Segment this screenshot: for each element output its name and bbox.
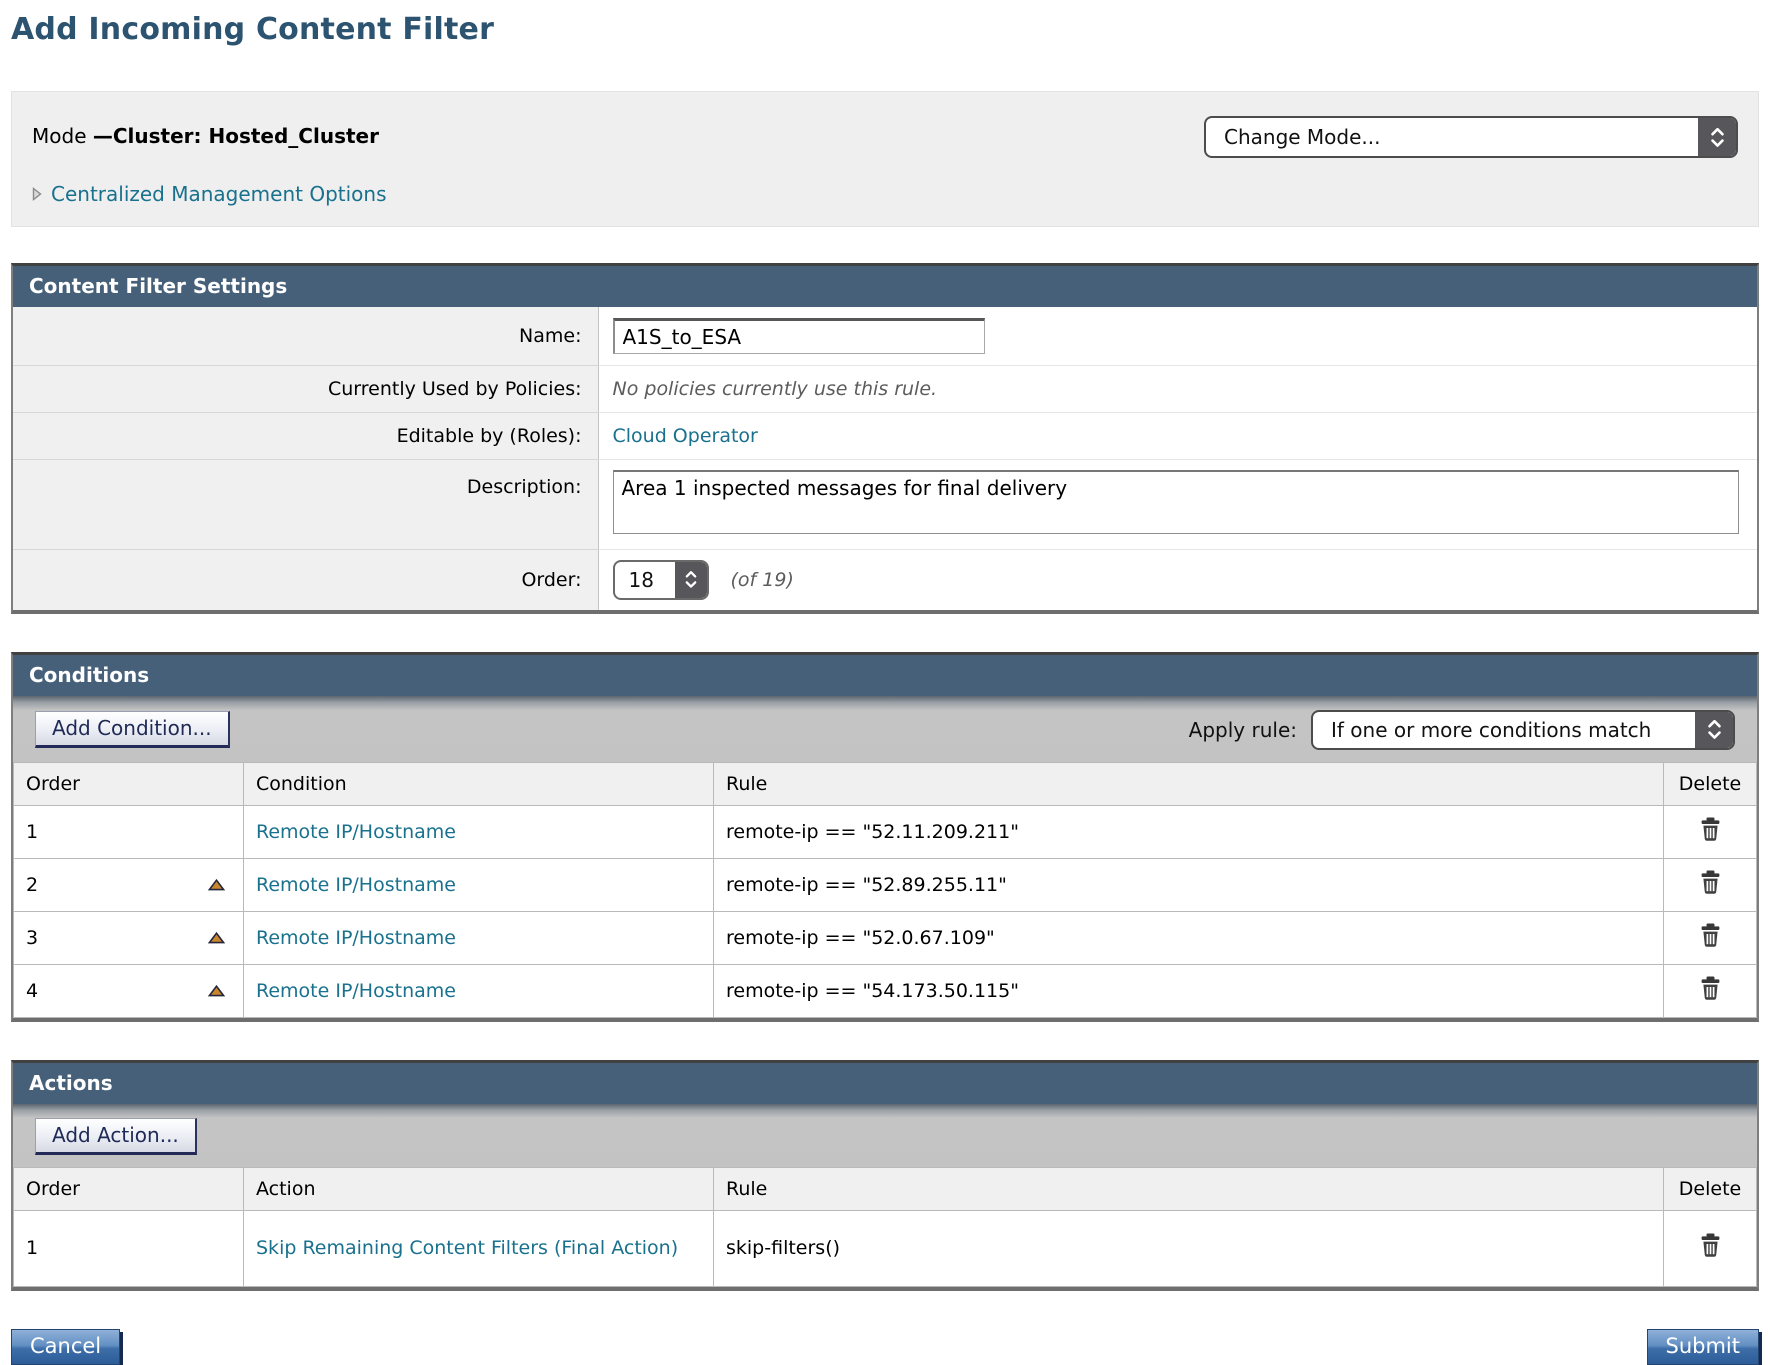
- conditions-table: Order Condition Rule Delete 1 Remote IP/…: [13, 762, 1757, 1018]
- name-label: Name:: [13, 307, 598, 365]
- action-link[interactable]: Skip Remaining Content Filters (Final Ac…: [256, 1237, 678, 1259]
- mode-label: Mode: [32, 124, 93, 148]
- condition-rule: remote-ip == "52.11.209.211": [726, 821, 1019, 843]
- policies-row: Currently Used by Policies: No policies …: [13, 365, 1757, 412]
- condition-row: 2 Remote IP/Hostname remote-ip == "52.89…: [14, 858, 1757, 911]
- actions-header: Actions: [13, 1063, 1757, 1104]
- actions-toolbar: Add Action...: [13, 1104, 1757, 1167]
- description-row: Description: Area 1 inspected messages f…: [13, 459, 1757, 549]
- content-filter-settings-section: Content Filter Settings Name: Currently …: [11, 263, 1759, 614]
- name-row: Name:: [13, 307, 1757, 365]
- condition-link[interactable]: Remote IP/Hostname: [256, 874, 456, 896]
- col-rule: Rule: [714, 1167, 1664, 1210]
- delete-condition-button[interactable]: [1699, 817, 1722, 842]
- col-delete: Delete: [1664, 762, 1757, 805]
- actions-table: Order Action Rule Delete 1 Skip Remainin…: [13, 1167, 1757, 1287]
- apply-rule-select-value: If one or more conditions match: [1313, 712, 1695, 748]
- mode-text: Mode —Cluster: Hosted_Cluster: [32, 116, 379, 148]
- conditions-table-header-row: Order Condition Rule Delete: [14, 762, 1757, 805]
- description-label: Description:: [13, 459, 598, 549]
- mode-bar: Mode —Cluster: Hosted_Cluster Change Mod…: [11, 91, 1759, 227]
- conditions-toolbar: Add Condition... Apply rule: If one or m…: [13, 696, 1757, 762]
- page-title: Add Incoming Content Filter: [11, 12, 1759, 47]
- policies-value: No policies currently use this rule.: [613, 378, 938, 400]
- apply-rule-label: Apply rule:: [1189, 718, 1297, 742]
- add-condition-button[interactable]: Add Condition...: [35, 711, 230, 748]
- order-select[interactable]: 18: [613, 560, 709, 600]
- trash-icon: [1699, 817, 1722, 842]
- action-order: 1: [26, 1237, 38, 1259]
- centralized-management-options-label: Centralized Management Options: [51, 182, 387, 206]
- conditions-header: Conditions: [13, 655, 1757, 696]
- col-delete: Delete: [1664, 1167, 1757, 1210]
- conditions-section: Conditions Add Condition... Apply rule: …: [11, 652, 1759, 1022]
- chevron-up-down-icon: [675, 562, 707, 598]
- add-action-button[interactable]: Add Action...: [35, 1118, 197, 1155]
- submit-button[interactable]: Submit: [1647, 1329, 1760, 1365]
- content-filter-settings-table: Name: Currently Used by Policies: No pol…: [13, 307, 1757, 610]
- condition-rule: remote-ip == "52.0.67.109": [726, 927, 995, 949]
- col-action: Action: [244, 1167, 714, 1210]
- roles-link[interactable]: Cloud Operator: [613, 425, 758, 447]
- name-input[interactable]: [613, 318, 985, 354]
- condition-order: 2: [26, 874, 38, 896]
- move-up-icon[interactable]: [208, 932, 225, 944]
- centralized-management-options-link[interactable]: Centralized Management Options: [32, 182, 387, 206]
- chevron-up-down-icon: [1695, 712, 1733, 748]
- footer: Cancel Submit: [11, 1329, 1759, 1365]
- condition-link[interactable]: Remote IP/Hostname: [256, 821, 456, 843]
- disclosure-right-triangle-icon: [32, 187, 42, 201]
- roles-label: Editable by (Roles):: [13, 412, 598, 459]
- col-condition: Condition: [244, 762, 714, 805]
- condition-order: 1: [26, 821, 38, 843]
- delete-condition-button[interactable]: [1699, 923, 1722, 948]
- condition-rule: remote-ip == "52.89.255.11": [726, 874, 1007, 896]
- change-mode-select-value: Change Mode...: [1206, 118, 1698, 156]
- move-up-icon[interactable]: [208, 985, 225, 997]
- content-filter-settings-header: Content Filter Settings: [13, 266, 1757, 307]
- condition-order: 4: [26, 980, 38, 1002]
- trash-icon: [1699, 1233, 1722, 1258]
- order-total: (of 19): [731, 569, 794, 591]
- cancel-button[interactable]: Cancel: [11, 1329, 120, 1365]
- order-label: Order:: [13, 549, 598, 610]
- delete-condition-button[interactable]: [1699, 870, 1722, 895]
- actions-section: Actions Add Action... Order Action Rule …: [11, 1060, 1759, 1291]
- condition-link[interactable]: Remote IP/Hostname: [256, 980, 456, 1002]
- roles-row: Editable by (Roles): Cloud Operator: [13, 412, 1757, 459]
- chevron-up-down-icon: [1698, 118, 1736, 156]
- order-row: Order: 18 (of 19): [13, 549, 1757, 610]
- delete-condition-button[interactable]: [1699, 976, 1722, 1001]
- col-order: Order: [14, 762, 244, 805]
- col-order: Order: [14, 1167, 244, 1210]
- action-rule: skip-filters(): [726, 1237, 840, 1259]
- condition-row: 1 Remote IP/Hostname remote-ip == "52.11…: [14, 805, 1757, 858]
- condition-order: 3: [26, 927, 38, 949]
- col-rule: Rule: [714, 762, 1664, 805]
- actions-table-header-row: Order Action Rule Delete: [14, 1167, 1757, 1210]
- description-input[interactable]: Area 1 inspected messages for final deli…: [613, 470, 1739, 534]
- change-mode-select[interactable]: Change Mode...: [1204, 116, 1738, 158]
- condition-row: 3 Remote IP/Hostname remote-ip == "52.0.…: [14, 911, 1757, 964]
- order-select-value: 18: [615, 562, 675, 598]
- trash-icon: [1699, 923, 1722, 948]
- delete-action-button[interactable]: [1699, 1233, 1722, 1258]
- trash-icon: [1699, 976, 1722, 1001]
- mode-value: —Cluster: Hosted_Cluster: [93, 124, 379, 148]
- policies-label: Currently Used by Policies:: [13, 365, 598, 412]
- apply-rule-select[interactable]: If one or more conditions match: [1311, 710, 1735, 750]
- condition-row: 4 Remote IP/Hostname remote-ip == "54.17…: [14, 964, 1757, 1017]
- action-row: 1 Skip Remaining Content Filters (Final …: [14, 1210, 1757, 1286]
- trash-icon: [1699, 870, 1722, 895]
- condition-link[interactable]: Remote IP/Hostname: [256, 927, 456, 949]
- move-up-icon[interactable]: [208, 879, 225, 891]
- condition-rule: remote-ip == "54.173.50.115": [726, 980, 1019, 1002]
